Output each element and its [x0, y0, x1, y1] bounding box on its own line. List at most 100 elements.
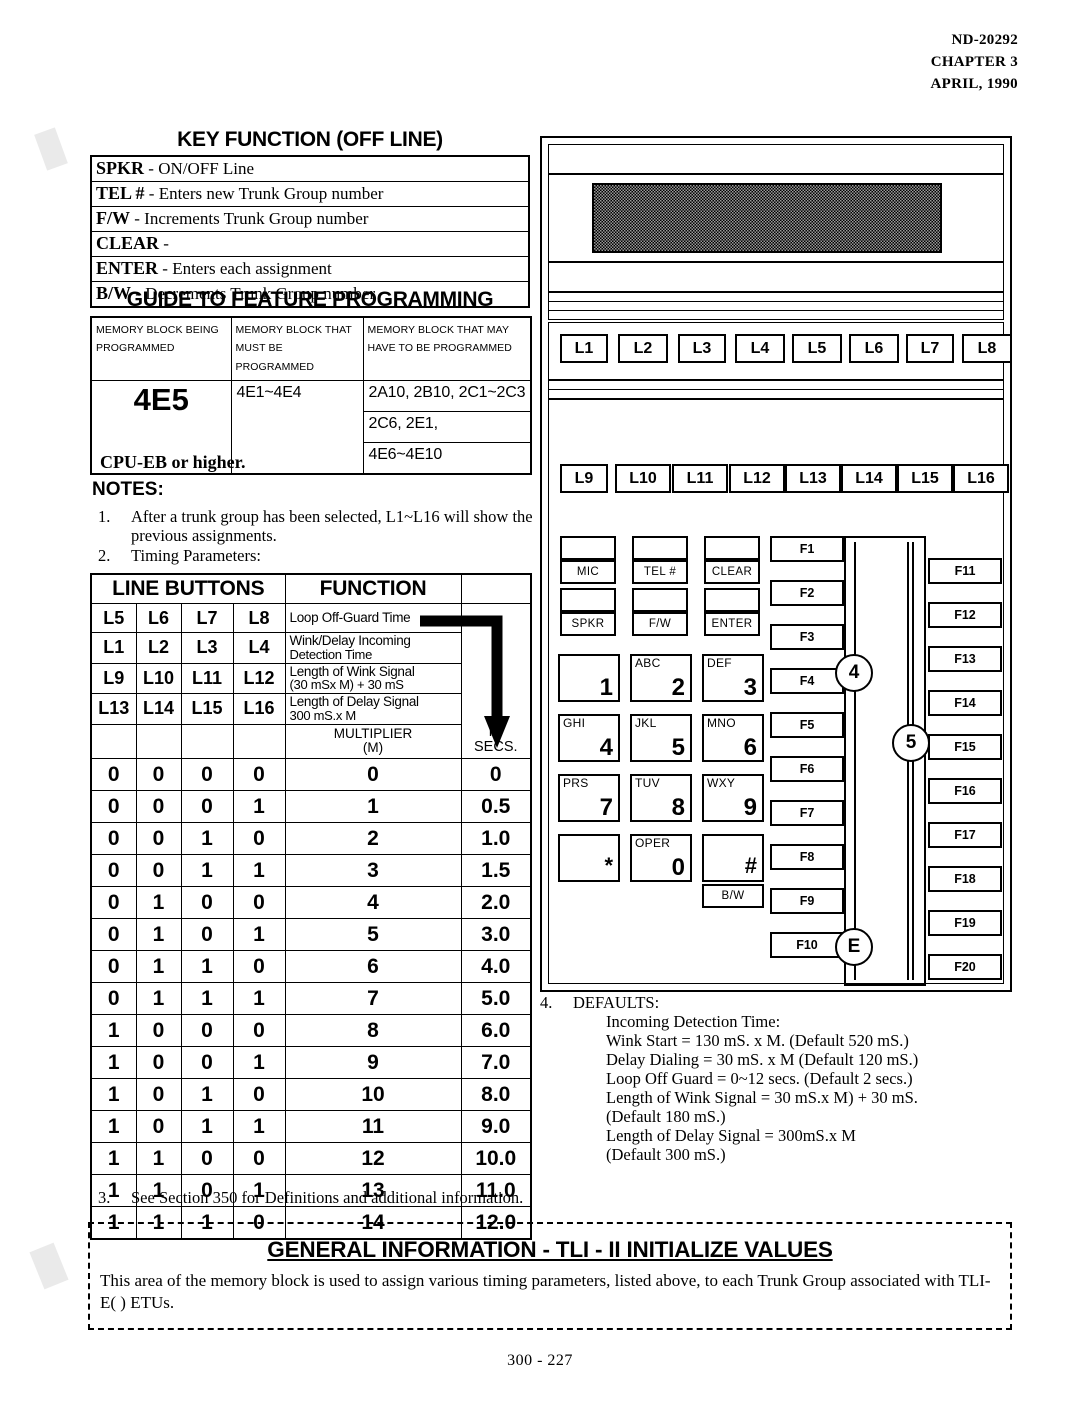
phone-slot — [548, 301, 1004, 310]
line-button-l7[interactable]: L7 — [906, 334, 954, 363]
function-key-f20[interactable]: F20 — [928, 954, 1002, 980]
bit-cell: 0 — [135, 1110, 182, 1144]
key-function-description: Enters new Trunk Group number — [158, 184, 384, 203]
multiplier-value-cell: 6 — [284, 950, 462, 984]
dial-key-1[interactable]: 1 — [558, 654, 620, 702]
doc-number: ND-20292 — [951, 32, 1018, 48]
line-button-l11[interactable]: L11 — [672, 464, 728, 493]
function-key-f14[interactable]: F14 — [928, 690, 1002, 716]
function-key-f16[interactable]: F16 — [928, 778, 1002, 804]
line-button-l2[interactable]: L2 — [618, 334, 668, 363]
dial-key-letters: GHI — [563, 716, 586, 730]
dial-key-8[interactable]: TUV 8 — [630, 774, 692, 822]
line-button-l16[interactable]: L16 — [953, 464, 1009, 493]
dial-key-3[interactable]: DEF 3 — [702, 654, 764, 702]
line-button-cell: L2 — [135, 632, 182, 664]
defaults-note: 4. DEFAULTS: Incoming Detection Time: Win… — [540, 993, 1040, 1164]
line-button-cell: L13 — [90, 693, 137, 725]
feature-key-mic[interactable]: MIC — [560, 560, 616, 584]
function-key-f12[interactable]: F12 — [928, 602, 1002, 628]
dial-key-7[interactable]: PRS 7 — [558, 774, 620, 822]
dial-key-9[interactable]: WXY 9 — [702, 774, 764, 822]
seconds-value-cell: 10.0 — [460, 1142, 532, 1176]
function-key-f7[interactable]: F7 — [770, 800, 844, 826]
function-key-f10[interactable]: F10 — [770, 932, 844, 958]
feature-key-cap-spkr[interactable] — [560, 588, 616, 612]
dial-key-2[interactable]: ABC 2 — [630, 654, 692, 702]
line-button-cell: L3 — [180, 632, 234, 664]
feature-key-enter[interactable]: ENTER — [704, 612, 760, 636]
timing-table-header-row: LINE BUTTONS FUNCTION — [90, 573, 532, 604]
line-button-l12[interactable]: L12 — [729, 464, 785, 493]
feature-key-cap-clear[interactable] — [704, 536, 760, 560]
defaults-line: (Default 180 mS.) — [606, 1107, 726, 1127]
feature-key-clear[interactable]: CLEAR — [704, 560, 760, 584]
function-key-f18[interactable]: F18 — [928, 866, 1002, 892]
function-key-f17[interactable]: F17 — [928, 822, 1002, 848]
feature-key-tel[interactable]: TEL # — [632, 560, 688, 584]
function-key-f1[interactable]: F1 — [770, 536, 844, 562]
function-label-line2: (30 mSx M) + 30 mS — [289, 677, 404, 693]
guide-header-line2: MUST BE PROGRAMMED — [235, 342, 315, 373]
multiplier-value-cell: 1 — [284, 790, 462, 824]
feature-key-cap-fw[interactable] — [632, 588, 688, 612]
function-key-f5[interactable]: F5 — [770, 712, 844, 738]
line-button-l5[interactable]: L5 — [792, 334, 842, 363]
dial-key-digit: 1 — [599, 674, 613, 701]
function-key-f15[interactable]: F15 — [928, 734, 1002, 760]
dial-key-digit: # — [744, 853, 757, 878]
dial-key-digit: 7 — [599, 794, 613, 821]
bit-cell: 1 — [135, 1142, 182, 1176]
multiplier-value-cell: 0 — [284, 758, 462, 792]
feature-key-fw[interactable]: F/W — [632, 612, 688, 636]
function-key-f2[interactable]: F2 — [770, 580, 844, 606]
line-button-l9[interactable]: L9 — [560, 464, 608, 493]
key-function-separator: - — [148, 184, 155, 203]
line-button-l6[interactable]: L6 — [849, 334, 899, 363]
line-button-cell: L4 — [232, 632, 286, 664]
dial-key-0[interactable]: OPER 0 — [630, 834, 692, 882]
line-button-l15[interactable]: L15 — [897, 464, 953, 493]
dial-key-digit: 4 — [599, 734, 613, 761]
function-key-f9[interactable]: F9 — [770, 888, 844, 914]
seconds-value-cell: 1.0 — [460, 822, 532, 856]
line-button-cell: L9 — [90, 662, 137, 695]
bit-cell: 0 — [90, 950, 137, 984]
timing-data-row: 1 0 0 1 9 7.0 — [90, 1046, 532, 1080]
bit-cell: 1 — [135, 1174, 182, 1208]
timing-data-row: 0 0 0 1 1 0.5 — [90, 790, 532, 824]
dial-key-hash[interactable]: # — [702, 834, 764, 882]
guide-header-cell: MEMORY BLOCK BEING PROGRAMMED — [90, 316, 232, 382]
seconds-value-cell: 6.0 — [460, 1014, 532, 1048]
seconds-value-cell: 1.5 — [460, 854, 532, 888]
note-text: After a trunk group has been selected, L… — [131, 507, 533, 546]
feature-key-cap-enter[interactable] — [704, 588, 760, 612]
function-key-f8[interactable]: F8 — [770, 844, 844, 870]
feature-key-cap-tel[interactable] — [632, 536, 688, 560]
function-key-f19[interactable]: F19 — [928, 910, 1002, 936]
timing-data-row: 0 1 0 1 5 3.0 — [90, 918, 532, 952]
line-button-l4[interactable]: L4 — [735, 334, 785, 363]
feature-key-spkr[interactable]: SPKR — [560, 612, 616, 636]
line-button-l3[interactable]: L3 — [678, 334, 726, 363]
line-button-l8[interactable]: L8 — [962, 334, 1012, 363]
dial-key-5[interactable]: JKL 5 — [630, 714, 692, 762]
line-button-cell: L1 — [90, 632, 137, 664]
line-button-l1[interactable]: L1 — [560, 334, 608, 363]
function-key-f4[interactable]: F4 — [770, 668, 844, 694]
line-button-l14[interactable]: L14 — [841, 464, 897, 493]
function-key-f11[interactable]: F11 — [928, 558, 1002, 584]
notes-title: NOTES: — [92, 479, 164, 500]
feature-key-cap-mic[interactable] — [560, 536, 616, 560]
function-key-f13[interactable]: F13 — [928, 646, 1002, 672]
dial-key-4[interactable]: GHI 4 — [558, 714, 620, 762]
bit-cell: 0 — [180, 918, 234, 952]
dial-key-star[interactable]: * — [558, 834, 620, 882]
feature-key-bw[interactable]: B/W — [702, 884, 764, 908]
dial-key-6[interactable]: MNO 6 — [702, 714, 764, 762]
function-key-f6[interactable]: F6 — [770, 756, 844, 782]
function-key-f3[interactable]: F3 — [770, 624, 844, 650]
line-button-l10[interactable]: L10 — [615, 464, 671, 493]
line-button-l13[interactable]: L13 — [785, 464, 841, 493]
bit-cell: 0 — [180, 1142, 234, 1176]
